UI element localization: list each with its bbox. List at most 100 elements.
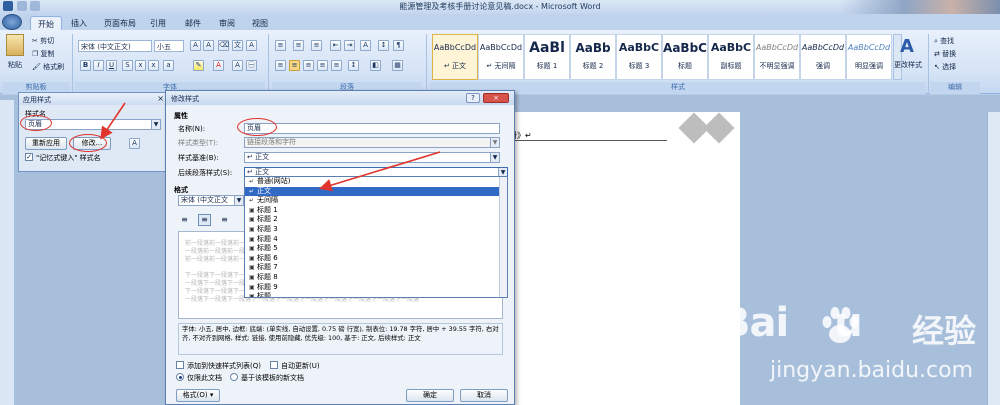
chevron-down-icon[interactable]: ▼ xyxy=(151,120,160,129)
clear-format-icon[interactable]: ⌫ xyxy=(218,40,229,51)
char-border-icon[interactable]: A xyxy=(246,40,257,51)
style-subtle-emphasis[interactable]: AaBbCcDd 不明显强调 xyxy=(754,34,800,80)
font-select[interactable]: 宋体 (中文正文 ▼ xyxy=(178,195,244,206)
decrease-indent-icon[interactable]: ⇤ xyxy=(330,40,341,51)
align-center-icon[interactable]: ≡ xyxy=(289,60,300,71)
tab-mailings[interactable]: 邮件 xyxy=(178,16,208,30)
style-title[interactable]: AaBbC 标题 xyxy=(662,34,708,80)
format-painter-button[interactable]: 🖌 格式刷 xyxy=(32,62,64,72)
tab-home[interactable]: 开始 xyxy=(30,16,62,30)
tab-view[interactable]: 视图 xyxy=(245,16,275,30)
numbering-icon[interactable]: ≡ xyxy=(293,40,304,51)
new-documents-radio[interactable] xyxy=(230,373,238,381)
font-name-combo[interactable]: 宋体 (中文正文) xyxy=(78,40,152,52)
align-center-icon[interactable]: ≡ xyxy=(198,214,211,226)
dropdown-item[interactable]: ▣ 标题 7 xyxy=(245,263,507,273)
dropdown-item[interactable]: ▣ 标题 1 xyxy=(245,206,507,216)
italic-icon[interactable]: I xyxy=(93,60,104,71)
change-case-icon[interactable]: a xyxy=(163,60,174,71)
chinese-layout-icon[interactable]: A xyxy=(360,40,371,51)
align-left-icon[interactable]: ≡ xyxy=(275,60,286,71)
sort-icon[interactable]: ↕ xyxy=(378,40,389,51)
help-icon[interactable]: ? xyxy=(466,93,480,103)
grow-font-icon[interactable]: A xyxy=(190,40,201,51)
align-right-icon[interactable]: ≡ xyxy=(303,60,314,71)
chevron-down-icon[interactable]: ▼ xyxy=(490,153,499,162)
replace-button[interactable]: ⇄ 替换 xyxy=(934,49,956,59)
close-icon[interactable]: × xyxy=(483,93,509,103)
dropdown-item[interactable]: ↵ 正文 xyxy=(245,186,507,197)
show-marks-icon[interactable]: ¶ xyxy=(393,40,404,51)
cancel-button[interactable]: 取消 xyxy=(460,389,508,402)
ok-button[interactable]: 确定 xyxy=(406,389,454,402)
dropdown-item[interactable]: ▣ 标题 6 xyxy=(245,254,507,264)
change-styles-icon[interactable]: A xyxy=(900,36,914,57)
dropdown-item[interactable]: ▣ 标题 3 xyxy=(245,225,507,235)
style-no-spacing[interactable]: AaBbCcDd ↵ 无间隔 xyxy=(478,34,524,80)
strikethrough-icon[interactable]: S xyxy=(122,60,133,71)
tab-page-layout[interactable]: 页面布局 xyxy=(97,16,143,30)
phonetic-icon[interactable]: 文 xyxy=(232,40,243,51)
distributed-icon[interactable]: ≡ xyxy=(331,60,342,71)
find-button[interactable]: ⌕ 查找 xyxy=(934,36,954,46)
cut-button[interactable]: ✂ 剪切 xyxy=(32,36,54,46)
shading-icon[interactable]: ◧ xyxy=(370,60,381,71)
copy-button[interactable]: ❐ 复制 xyxy=(32,49,55,59)
only-this-document-radio[interactable] xyxy=(176,373,184,381)
tab-insert[interactable]: 插入 xyxy=(64,16,94,30)
office-button[interactable] xyxy=(2,14,22,30)
dropdown-scrollbar[interactable] xyxy=(499,177,507,297)
dropdown-item[interactable]: ↵ 无间隔 xyxy=(245,196,507,206)
font-color-icon[interactable]: A xyxy=(213,60,224,71)
chevron-down-icon[interactable]: ▼ xyxy=(234,196,243,205)
shrink-font-icon[interactable]: A xyxy=(203,40,214,51)
increase-indent-icon[interactable]: ⇥ xyxy=(344,40,355,51)
justify-icon[interactable]: ≡ xyxy=(317,60,328,71)
style-normal[interactable]: AaBbCcDd ↵ 正文 xyxy=(432,34,478,80)
paste-icon[interactable] xyxy=(6,34,24,56)
dropdown-item[interactable]: ▣ 标题 2 xyxy=(245,215,507,225)
dropdown-item[interactable]: ▣ 标题 9 xyxy=(245,283,507,293)
name-input[interactable]: 页眉 xyxy=(244,123,500,134)
change-styles-button[interactable]: 更改样式 xyxy=(894,60,922,70)
paste-button[interactable]: 粘贴 xyxy=(8,60,22,70)
autocomplete-checkbox[interactable]: ✓ xyxy=(25,153,33,161)
tab-review[interactable]: 审阅 xyxy=(212,16,242,30)
dropdown-item[interactable]: ▣ 标题 8 xyxy=(245,273,507,283)
subscript-icon[interactable]: x xyxy=(135,60,146,71)
ribbon-tabs: 开始 插入 页面布局 引用 邮件 审阅 视图 xyxy=(0,14,1000,30)
underline-icon[interactable]: U xyxy=(106,60,117,71)
dropdown-item[interactable]: ↵ 普通(网站) xyxy=(245,177,507,187)
style-heading-3[interactable]: AaBbC 标题 3 xyxy=(616,34,662,80)
add-quick-style-checkbox[interactable] xyxy=(176,361,184,369)
styles-pane-icon[interactable]: A xyxy=(129,138,140,149)
following-style-dropdown[interactable]: ↵ 普通(网站) ↵ 正文 ↵ 无间隔 ▣ 标题 1 ▣ 标题 2 ▣ 标题 3 ▣ 标题 4 ▣ 标题 5 ▣… xyxy=(244,176,508,298)
enclose-char-icon[interactable]: ㊀ xyxy=(246,60,257,71)
bold-icon[interactable]: B xyxy=(80,60,91,71)
highlight-icon[interactable]: ✎ xyxy=(193,60,204,71)
superscript-icon[interactable]: x xyxy=(148,60,159,71)
borders-icon[interactable]: ▦ xyxy=(392,60,403,71)
bullets-icon[interactable]: ≡ xyxy=(275,40,286,51)
format-menu-button[interactable]: 格式(O) ▾ xyxy=(176,389,220,402)
dropdown-item[interactable]: ▣ 标题 5 xyxy=(245,244,507,254)
based-on-select[interactable]: ↵ 正文 ▼ xyxy=(244,152,500,163)
dropdown-item[interactable]: ▣ 标题 xyxy=(245,292,507,297)
close-icon[interactable]: × xyxy=(157,94,164,103)
style-subtitle[interactable]: AaBbC 副标题 xyxy=(708,34,754,80)
char-shading-icon[interactable]: A xyxy=(232,60,243,71)
style-emphasis[interactable]: AaBbCcDd 强调 xyxy=(800,34,846,80)
style-intense-emphasis[interactable]: AaBbCcDd 明显强调 xyxy=(846,34,892,80)
font-size-combo[interactable]: 小五 xyxy=(154,40,184,52)
align-left-icon[interactable]: ≡ xyxy=(178,214,191,226)
reapply-button[interactable]: 重新应用 xyxy=(25,137,67,150)
auto-update-checkbox[interactable] xyxy=(270,361,278,369)
select-button[interactable]: ↖ 选择 xyxy=(934,62,956,72)
style-heading-1[interactable]: AaBl 标题 1 xyxy=(524,34,570,80)
align-right-icon[interactable]: ≡ xyxy=(218,214,231,226)
style-heading-2[interactable]: AaBb 标题 2 xyxy=(570,34,616,80)
multilevel-list-icon[interactable]: ≡ xyxy=(311,40,322,51)
line-spacing-icon[interactable]: ↕ xyxy=(348,60,359,71)
tab-references[interactable]: 引用 xyxy=(143,16,173,30)
dropdown-item[interactable]: ▣ 标题 4 xyxy=(245,235,507,245)
